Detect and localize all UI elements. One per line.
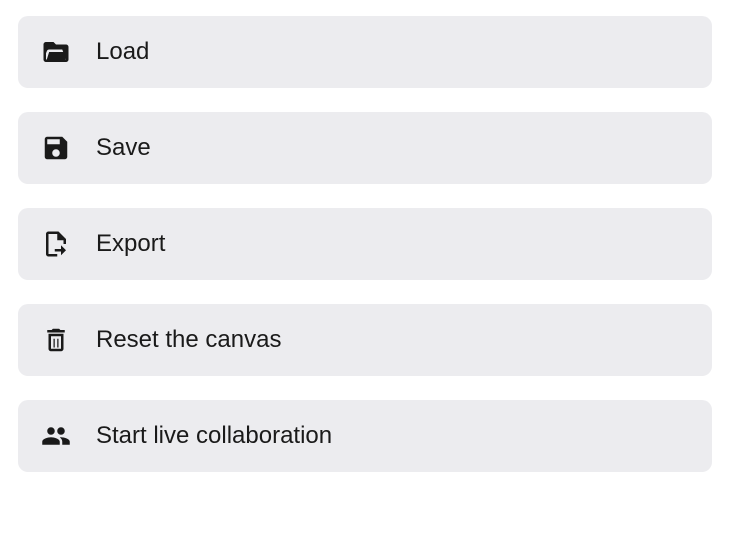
save-icon — [40, 132, 72, 164]
menu-item-label: Save — [96, 136, 151, 160]
menu-item-export[interactable]: Export — [18, 208, 712, 280]
menu-item-label: Load — [96, 40, 149, 64]
export-icon — [40, 228, 72, 260]
menu-item-load[interactable]: Load — [18, 16, 712, 88]
menu-item-reset-canvas[interactable]: Reset the canvas — [18, 304, 712, 376]
people-icon — [40, 420, 72, 452]
menu-item-save[interactable]: Save — [18, 112, 712, 184]
menu-list: Load Save Export Reset the canvas Start … — [18, 16, 712, 472]
menu-item-label: Export — [96, 232, 165, 256]
menu-item-label: Reset the canvas — [96, 328, 281, 352]
menu-item-live-collaboration[interactable]: Start live collaboration — [18, 400, 712, 472]
folder-open-icon — [40, 36, 72, 68]
menu-item-label: Start live collaboration — [96, 424, 332, 448]
trash-icon — [40, 324, 72, 356]
